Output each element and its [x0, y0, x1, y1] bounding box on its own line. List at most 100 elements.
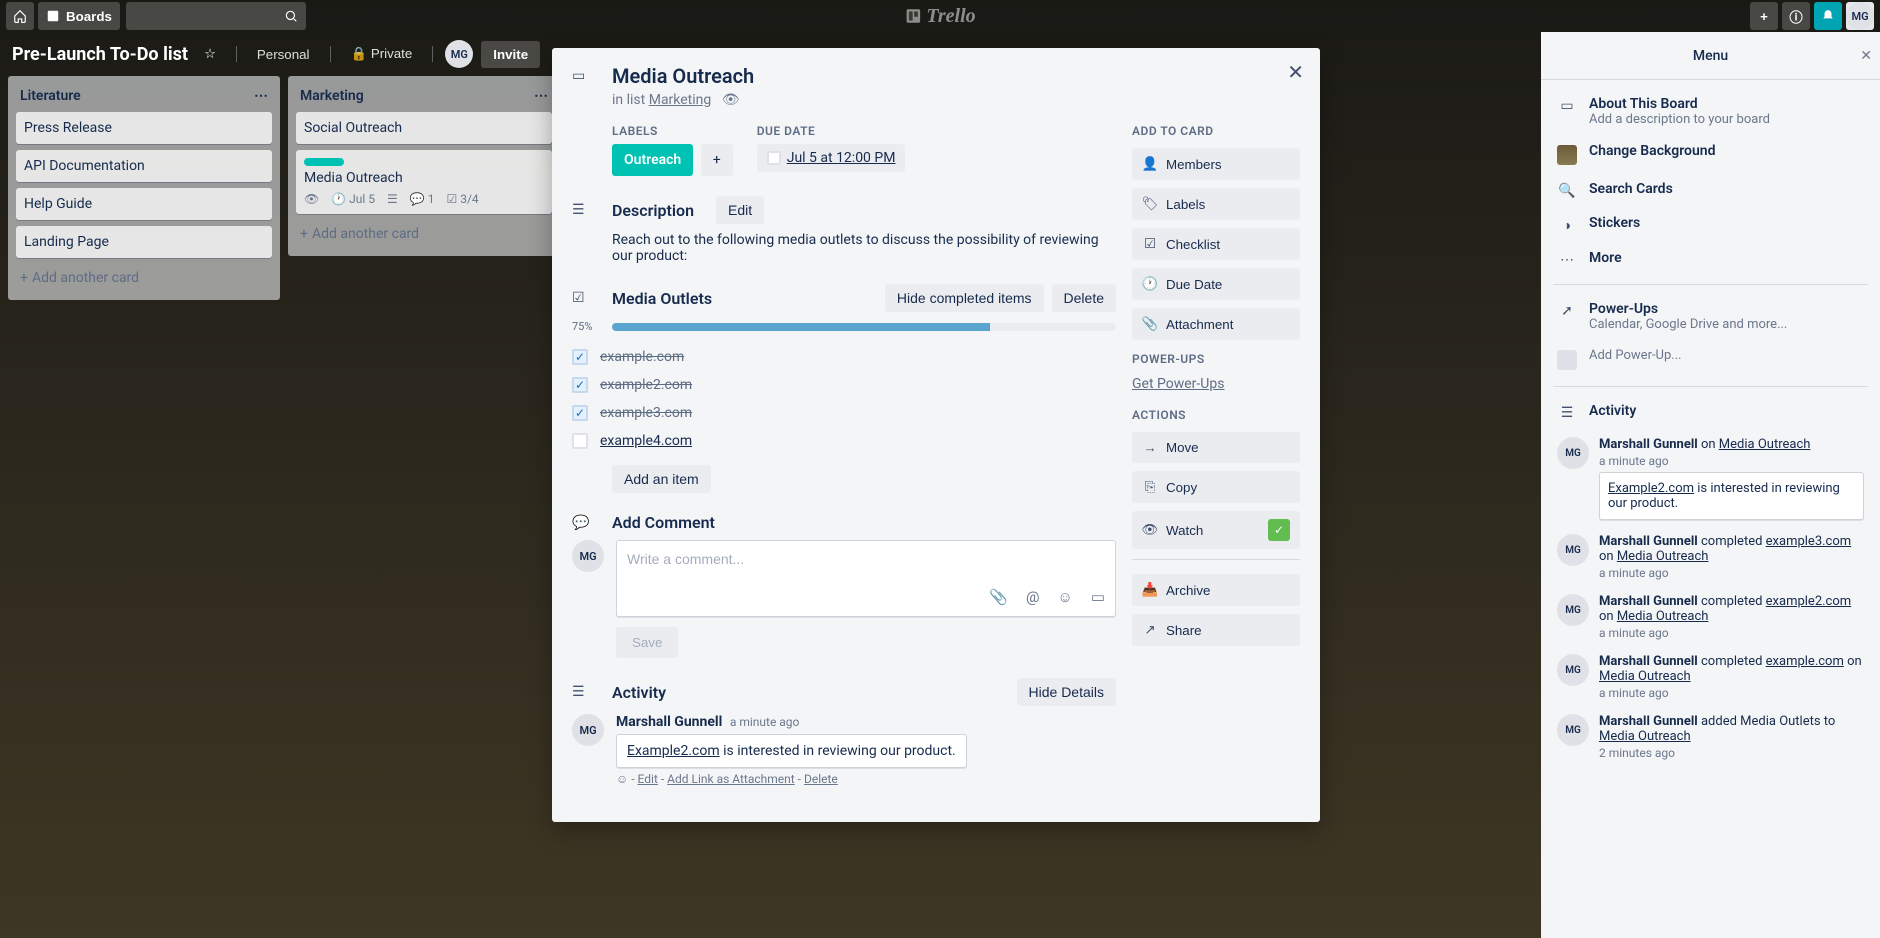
labels-button[interactable]: 🏷Labels [1132, 188, 1300, 220]
checklist-button[interactable]: ☑Checklist [1132, 228, 1300, 260]
visibility-button[interactable]: 🔒 Private [343, 42, 421, 66]
menu-about[interactable]: ▭ About This Board Add a description to … [1553, 88, 1868, 135]
hide-completed-button[interactable]: Hide completed items [885, 284, 1044, 312]
card-title[interactable]: Media Outreach [612, 64, 754, 88]
star-button[interactable]: ☆ [196, 42, 224, 66]
team-button[interactable]: Personal [249, 43, 318, 66]
attachment-button[interactable]: 📎Attachment [1132, 308, 1300, 340]
list-title[interactable]: Literature [20, 88, 81, 104]
invite-button[interactable]: Invite [481, 41, 540, 68]
menu-activity-header: ☰ Activity [1553, 395, 1868, 429]
card-icon[interactable]: ▭ [1091, 588, 1105, 606]
members-button[interactable]: 👤Members [1132, 148, 1300, 180]
close-icon[interactable]: ✕ [1860, 48, 1872, 64]
archive-icon: 📥 [1142, 582, 1158, 598]
description-header: Description [612, 201, 694, 220]
copy-button[interactable]: ⎘Copy [1132, 471, 1300, 503]
emoji-icon[interactable]: ☺ [1057, 588, 1072, 606]
add-card-button[interactable]: + Add another card [296, 220, 552, 248]
checkbox[interactable] [572, 349, 588, 365]
activity-entry: MG Marshall Gunnell a minute ago Example… [572, 714, 1116, 786]
add-label-button[interactable]: + [701, 144, 733, 176]
user-avatar[interactable]: MG [1846, 2, 1874, 30]
powerups-header: POWER-UPS [1132, 352, 1300, 366]
comment-badge: 💬 1 [410, 192, 435, 206]
list-card[interactable]: Press Release [16, 112, 272, 144]
comment-input[interactable]: 📎 @ ☺ ▭ [616, 540, 1116, 617]
attachment-icon[interactable]: 📎 [989, 588, 1008, 606]
add-to-card-header: ADD TO CARD [1132, 124, 1300, 138]
boards-button[interactable]: Boards [38, 2, 120, 30]
close-icon[interactable]: ✕ [1287, 60, 1304, 84]
list-icon: ☰ [572, 684, 596, 700]
menu-background[interactable]: Change Background [1553, 135, 1868, 173]
checklist-item[interactable]: example3.com [572, 399, 1116, 427]
list-card[interactable]: Help Guide [16, 188, 272, 220]
emoji-icon[interactable]: ☺ [616, 772, 628, 786]
card-title: Media Outreach [304, 170, 544, 186]
notifications-button[interactable] [1814, 2, 1842, 30]
mention-icon[interactable]: @ [1026, 588, 1039, 606]
board-menu: Menu ✕ ▭ About This Board Add a descript… [1541, 32, 1880, 938]
due-date-pill[interactable]: Jul 5 at 12:00 PM [757, 144, 906, 172]
watch-button[interactable]: 👁Watch✓ [1132, 511, 1300, 549]
checklist-item[interactable]: example2.com [572, 371, 1116, 399]
list-card[interactable]: Landing Page [16, 226, 272, 258]
check-icon: ✓ [1268, 519, 1290, 541]
checklist-item[interactable]: example.com [572, 343, 1116, 371]
due-checkbox[interactable] [767, 151, 781, 165]
watch-icon: 👁 [722, 92, 740, 108]
avatar: MG [1557, 594, 1589, 626]
home-button[interactable] [6, 2, 34, 30]
edit-description-button[interactable]: Edit [716, 196, 764, 224]
menu-search[interactable]: 🔍 Search Cards [1553, 173, 1868, 207]
archive-button[interactable]: 📥Archive [1132, 574, 1300, 606]
list-literature: Literature ⋯ Press Release API Documenta… [8, 76, 280, 300]
list-link[interactable]: Marketing [649, 92, 712, 108]
get-powerups-link[interactable]: Get Power-Ups [1132, 376, 1300, 392]
delete-comment-link[interactable]: Delete [804, 772, 838, 786]
checklist-item[interactable]: example4.com [572, 427, 1116, 455]
search-input[interactable] [126, 2, 306, 30]
list-title[interactable]: Marketing [300, 88, 364, 104]
menu-powerups[interactable]: ➚ Power-Ups Calendar, Google Drive and m… [1553, 293, 1868, 340]
list-menu-icon[interactable]: ⋯ [254, 88, 268, 104]
list-card[interactable]: API Documentation [16, 150, 272, 182]
save-comment-button[interactable]: Save [616, 627, 678, 658]
description-text[interactable]: Reach out to the following media outlets… [612, 232, 1116, 264]
list-menu-icon[interactable]: ⋯ [534, 88, 548, 104]
plus-icon: + [20, 270, 28, 286]
checkbox[interactable] [572, 433, 588, 449]
checkbox[interactable] [572, 405, 588, 421]
list-card[interactable]: Media Outreach 👁 🕐 Jul 5 ☰ 💬 1 ☑ 3/4 [296, 150, 552, 214]
add-card-button[interactable]: + Add another card [16, 264, 272, 292]
avatar: MG [1557, 714, 1589, 746]
menu-add-powerup[interactable]: Add Power-Up... [1553, 340, 1868, 378]
attach-link[interactable]: Add Link as Attachment [667, 772, 795, 786]
star-icon: ☆ [204, 46, 216, 61]
hide-details-button[interactable]: Hide Details [1017, 678, 1116, 706]
member-avatar[interactable]: MG [445, 40, 473, 68]
watch-icon: 👁 [304, 192, 319, 206]
add-checklist-item-button[interactable]: Add an item [612, 465, 711, 493]
more-icon: ⋯ [1557, 250, 1577, 268]
link[interactable]: Example2.com [627, 743, 720, 759]
list-card[interactable]: Social Outreach [296, 112, 552, 144]
delete-checklist-button[interactable]: Delete [1052, 284, 1116, 312]
menu-more[interactable]: ⋯ More [1553, 242, 1868, 276]
menu-stickers[interactable]: ◑ Stickers [1553, 207, 1868, 242]
description-icon: ☰ [387, 192, 398, 206]
comment-field[interactable] [627, 551, 1105, 567]
move-button[interactable]: →Move [1132, 432, 1300, 463]
share-button[interactable]: ↗Share [1132, 614, 1300, 646]
due-date-button[interactable]: 🕐Due Date [1132, 268, 1300, 300]
tag-icon: 🏷 [1142, 196, 1158, 212]
edit-comment-link[interactable]: Edit [638, 772, 658, 786]
checklist-title[interactable]: Media Outlets [612, 289, 712, 308]
menu-title: Menu [1693, 48, 1728, 64]
info-button[interactable]: ⓘ [1782, 2, 1810, 30]
create-button[interactable]: + [1750, 2, 1778, 30]
label-chip[interactable]: Outreach [612, 144, 693, 176]
checkbox[interactable] [572, 377, 588, 393]
due-date-header: DUE DATE [757, 124, 906, 138]
